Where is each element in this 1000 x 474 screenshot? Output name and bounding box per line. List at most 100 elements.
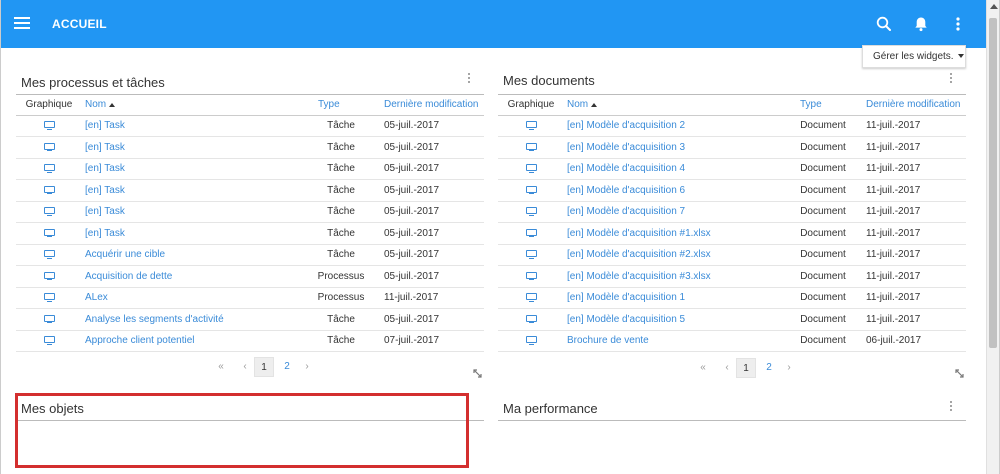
prev-page-button[interactable]: ‹ [239, 357, 251, 377]
monitor-icon[interactable] [525, 336, 537, 345]
monitor-icon[interactable] [525, 207, 537, 216]
column-header-type[interactable]: Type [782, 95, 864, 116]
table-row[interactable]: Brochure de vente Document 06-juil.-2017 [498, 330, 966, 352]
processes-pagination: « ‹ 1 2 › [215, 357, 325, 377]
column-header-type[interactable]: Type [300, 95, 382, 116]
page-2-button[interactable]: 2 [759, 358, 779, 378]
name-cell[interactable]: [en] Task [82, 222, 300, 245]
monitor-icon[interactable] [43, 142, 55, 152]
name-cell[interactable]: Analyse les segments d'activité [82, 308, 300, 331]
scroll-up-arrow-icon[interactable] [990, 4, 998, 9]
table-row[interactable]: [en] Modèle d'acquisition 2 Document 11-ju… [498, 115, 966, 137]
name-cell[interactable]: [en] Modèle d'acquisition #1.xlsx [564, 222, 782, 245]
performance-widget-menu-icon[interactable] [949, 401, 953, 413]
name-cell[interactable]: [en] Task [82, 158, 300, 180]
name-cell[interactable]: ALex [82, 287, 300, 309]
monitor-icon[interactable] [525, 250, 537, 259]
first-page-button[interactable]: « [215, 357, 227, 377]
table-row[interactable]: [en] Modèle d'acquisition 3 Document 11-ju… [498, 136, 966, 159]
monitor-icon[interactable] [43, 164, 55, 173]
graphic-cell [498, 179, 564, 202]
monitor-icon[interactable] [43, 228, 55, 238]
name-cell[interactable]: Acquisition de dette [82, 265, 300, 288]
table-row[interactable]: ALex Processus 11-juil.-2017 [16, 287, 484, 309]
more-options-icon[interactable] [948, 14, 968, 34]
table-row[interactable]: [en] Task Tâche 05-juil.-2017 [16, 201, 484, 223]
table-row[interactable]: [en] Modèle d'acquisition 6 Document 11-ju… [498, 179, 966, 202]
table-row[interactable]: [en] Task Tâche 05-juil.-2017 [16, 115, 484, 137]
name-cell[interactable]: [en] Modèle d'acquisition 7 [564, 201, 782, 223]
manage-widgets-label: Gérer les widgets. [873, 51, 954, 62]
monitor-icon[interactable] [43, 185, 55, 195]
table-row[interactable]: [en] Modèle d'acquisition #3.xlsx Documen… [498, 265, 966, 288]
column-header-name[interactable]: Nom [82, 95, 300, 116]
name-cell[interactable]: [en] Modèle d'acquisition 5 [564, 308, 782, 331]
monitor-icon[interactable] [525, 121, 537, 130]
name-cell[interactable]: Acquérir une cible [82, 244, 300, 266]
page-scrollbar[interactable] [986, 0, 999, 474]
table-row[interactable]: [en] Task Tâche 05-juil.-2017 [16, 136, 484, 159]
column-header-graphic: Graphique [16, 95, 82, 116]
documents-widget-menu-icon[interactable] [949, 73, 953, 85]
name-cell[interactable]: [en] Modèle d'acquisition 3 [564, 136, 782, 159]
table-row[interactable]: [en] Modèle d'acquisition 1 Document 11-ju… [498, 287, 966, 309]
name-cell[interactable]: [en] Task [82, 179, 300, 202]
table-row[interactable]: Approche client potentiel Tâche 07-juil.-2… [16, 330, 484, 352]
scroll-thumb[interactable] [989, 18, 997, 348]
monitor-icon[interactable] [43, 314, 55, 324]
name-cell[interactable]: Approche client potentiel [82, 330, 300, 352]
monitor-icon[interactable] [43, 271, 55, 281]
table-row[interactable]: Acquisition de dette Processus 05-juil.-20… [16, 265, 484, 288]
hamburger-menu-icon[interactable] [14, 17, 30, 29]
date-cell: 11-juil.-2017 [864, 287, 966, 309]
table-row[interactable]: [en] Task Tâche 05-juil.-2017 [16, 179, 484, 202]
resize-icon[interactable] [472, 368, 483, 379]
monitor-icon[interactable] [43, 250, 55, 259]
monitor-icon[interactable] [525, 164, 537, 173]
prev-page-button[interactable]: ‹ [721, 358, 733, 378]
monitor-icon[interactable] [43, 336, 55, 345]
name-cell[interactable]: [en] Task [82, 136, 300, 159]
table-row[interactable]: [en] Modèle d'acquisition 7 Document 11-ju… [498, 201, 966, 223]
monitor-icon[interactable] [43, 121, 55, 130]
manage-widgets-button[interactable]: Gérer les widgets. [862, 45, 966, 68]
column-header-name[interactable]: Nom [564, 95, 782, 116]
name-cell[interactable]: Brochure de vente [564, 330, 782, 352]
page-1-button[interactable]: 1 [736, 358, 756, 378]
name-cell[interactable]: [en] Task [82, 115, 300, 137]
processes-widget-menu-icon[interactable] [467, 73, 471, 85]
monitor-icon[interactable] [525, 314, 537, 324]
name-cell[interactable]: [en] Modèle d'acquisition 6 [564, 179, 782, 202]
search-icon[interactable] [874, 14, 894, 34]
table-row[interactable]: Analyse les segments d'activité Tâche 05-j… [16, 308, 484, 331]
page-1-button[interactable]: 1 [254, 357, 274, 377]
monitor-icon[interactable] [43, 207, 55, 216]
table-row[interactable]: [en] Modèle d'acquisition 4 Document 11-ju… [498, 158, 966, 180]
name-cell[interactable]: [en] Modèle d'acquisition #3.xlsx [564, 265, 782, 288]
name-cell[interactable]: [en] Modèle d'acquisition 2 [564, 115, 782, 137]
monitor-icon[interactable] [525, 293, 537, 302]
resize-icon[interactable] [954, 368, 965, 379]
first-page-button[interactable]: « [697, 358, 709, 378]
monitor-icon[interactable] [525, 185, 537, 195]
table-row[interactable]: [en] Modèle d'acquisition 5 Document 11-ju… [498, 308, 966, 331]
name-cell[interactable]: [en] Modèle d'acquisition #2.xlsx [564, 244, 782, 266]
name-cell[interactable]: [en] Modèle d'acquisition 4 [564, 158, 782, 180]
name-cell[interactable]: [en] Modèle d'acquisition 1 [564, 287, 782, 309]
monitor-icon[interactable] [525, 228, 537, 238]
column-header-modified[interactable]: Dernière modification [864, 95, 966, 116]
monitor-icon[interactable] [43, 293, 55, 302]
page-2-button[interactable]: 2 [277, 357, 297, 377]
column-header-modified[interactable]: Dernière modification [382, 95, 484, 116]
table-row[interactable]: [en] Task Tâche 05-juil.-2017 [16, 158, 484, 180]
notification-bell-icon[interactable] [911, 14, 931, 34]
monitor-icon[interactable] [525, 271, 537, 281]
name-cell[interactable]: [en] Task [82, 201, 300, 223]
next-page-button[interactable]: › [783, 358, 795, 378]
table-row[interactable]: [en] Task Tâche 05-juil.-2017 [16, 222, 484, 245]
table-row[interactable]: [en] Modèle d'acquisition #1.xlsx Documen… [498, 222, 966, 245]
next-page-button[interactable]: › [301, 357, 313, 377]
monitor-icon[interactable] [525, 142, 537, 152]
table-row[interactable]: [en] Modèle d'acquisition #2.xlsx Documen… [498, 244, 966, 266]
table-row[interactable]: Acquérir une cible Tâche 05-juil.-2017 [16, 244, 484, 266]
